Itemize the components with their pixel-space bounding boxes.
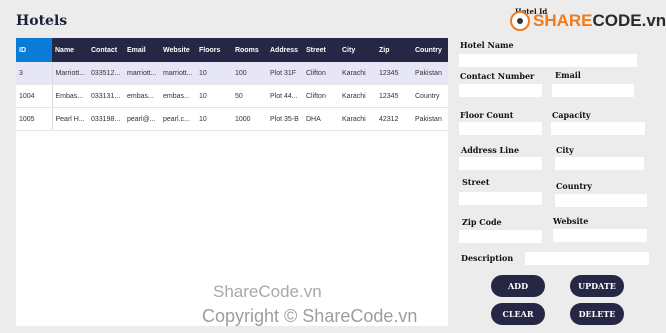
table-cell: marriott... xyxy=(160,62,196,85)
column-header-rooms[interactable]: Rooms xyxy=(232,38,267,62)
table-row[interactable]: 1004 Embas... 033131... embas... embas..… xyxy=(16,84,448,108)
table-row[interactable]: 3 Marriott... 033512... marriott... marr… xyxy=(16,62,448,85)
table-cell: 10 xyxy=(196,62,232,85)
table-cell: Karachi xyxy=(339,62,376,85)
watermark-text: ShareCode.vn xyxy=(213,282,322,301)
update-button[interactable]: UPDATE xyxy=(570,275,624,297)
table-cell: 1005 xyxy=(16,107,53,131)
city-label: City xyxy=(556,145,574,155)
hotels-table: ID Name Contact Email Website Floors Roo… xyxy=(16,38,448,131)
column-header-floors[interactable]: Floors xyxy=(196,38,232,62)
table-cell: DHA xyxy=(303,107,339,131)
hotel-name-label: Hotel Name xyxy=(460,40,514,50)
street-label: Street xyxy=(462,177,490,187)
table-row[interactable]: 1005 Pearl H... 033198... pearl@... pear… xyxy=(16,107,448,131)
table-cell: Karachi xyxy=(339,107,376,131)
address-line-input[interactable] xyxy=(459,157,542,170)
table-cell: Marriott... xyxy=(52,62,88,85)
table-cell: pearl.c... xyxy=(160,107,196,131)
table-cell: Clifton xyxy=(303,62,339,85)
table-cell: 033198... xyxy=(88,107,124,131)
logo-text-share: SHARE xyxy=(533,11,593,30)
table-cell: 42312 xyxy=(376,107,412,131)
column-header-address[interactable]: Address xyxy=(267,38,303,62)
country-label: Country xyxy=(556,181,592,191)
column-header-id[interactable]: ID xyxy=(16,38,52,62)
table-cell: 12345 xyxy=(376,84,412,108)
page-title: Hotels xyxy=(16,13,68,29)
column-header-country[interactable]: Country xyxy=(412,38,448,62)
table-cell: 1004 xyxy=(16,84,53,108)
floor-count-label: Floor Count xyxy=(460,110,514,120)
website-input[interactable] xyxy=(553,229,647,242)
column-header-city[interactable]: City xyxy=(339,38,376,62)
table-cell: 10 xyxy=(196,107,232,131)
table-cell: Embas... xyxy=(52,84,88,108)
contact-number-label: Contact Number xyxy=(460,71,535,81)
table-header-row: ID Name Contact Email Website Floors Roo… xyxy=(16,38,448,62)
table-cell: 033131... xyxy=(88,84,124,108)
zip-code-input[interactable] xyxy=(459,230,542,243)
email-label: Email xyxy=(555,70,581,80)
table-cell: embas... xyxy=(160,84,196,108)
column-header-name[interactable]: Name xyxy=(52,38,88,62)
logo-icon xyxy=(510,11,530,31)
table-cell: marriott... xyxy=(124,62,160,85)
clear-button[interactable]: CLEAR xyxy=(491,303,545,325)
description-label: Description xyxy=(461,253,514,263)
table-cell: 1000 xyxy=(232,107,267,131)
table-cell: 50 xyxy=(232,84,267,108)
zip-code-label: Zip Code xyxy=(462,217,502,227)
column-header-street[interactable]: Street xyxy=(303,38,339,62)
column-header-website[interactable]: Website xyxy=(160,38,196,62)
table-cell: Pakistan xyxy=(412,62,448,85)
street-input[interactable] xyxy=(459,192,542,205)
table-cell: embas... xyxy=(124,84,160,108)
table-cell: 3 xyxy=(16,62,53,85)
add-button[interactable]: ADD xyxy=(491,275,545,297)
contact-number-input[interactable] xyxy=(459,84,542,97)
column-header-zip[interactable]: Zip xyxy=(376,38,412,62)
table-cell: 10 xyxy=(196,84,232,108)
column-header-email[interactable]: Email xyxy=(124,38,160,62)
table-cell: 12345 xyxy=(376,62,412,85)
country-input[interactable] xyxy=(555,194,647,207)
table-cell: Pearl H... xyxy=(52,107,88,131)
sharecode-logo: SHARE CODE.vn xyxy=(510,9,666,33)
website-label: Website xyxy=(553,216,589,226)
column-header-contact[interactable]: Contact xyxy=(88,38,124,62)
address-line-label: Address Line xyxy=(461,145,520,155)
floor-count-input[interactable] xyxy=(459,122,542,135)
table-cell: Karachi xyxy=(339,84,376,108)
table-cell: Pakistan xyxy=(412,107,448,131)
table-cell: Plot 44... xyxy=(267,84,303,108)
table-cell: Country xyxy=(412,84,448,108)
table-cell: 100 xyxy=(232,62,267,85)
hotel-name-input[interactable] xyxy=(459,54,637,67)
table-cell: Clifton xyxy=(303,84,339,108)
email-input[interactable] xyxy=(552,84,634,97)
table-cell: Plot 31F xyxy=(267,62,303,85)
description-input[interactable] xyxy=(525,252,649,265)
capacity-input[interactable] xyxy=(551,122,645,135)
table-cell: Plot 35-B xyxy=(267,107,303,131)
table-cell: pearl@... xyxy=(124,107,160,131)
logo-text-code: CODE.vn xyxy=(592,11,666,30)
table-cell: 033512... xyxy=(88,62,124,85)
city-input[interactable] xyxy=(555,157,644,170)
capacity-label: Capacity xyxy=(552,110,591,120)
delete-button[interactable]: DELETE xyxy=(570,303,624,325)
watermark-copyright: Copyright © ShareCode.vn xyxy=(202,306,418,326)
